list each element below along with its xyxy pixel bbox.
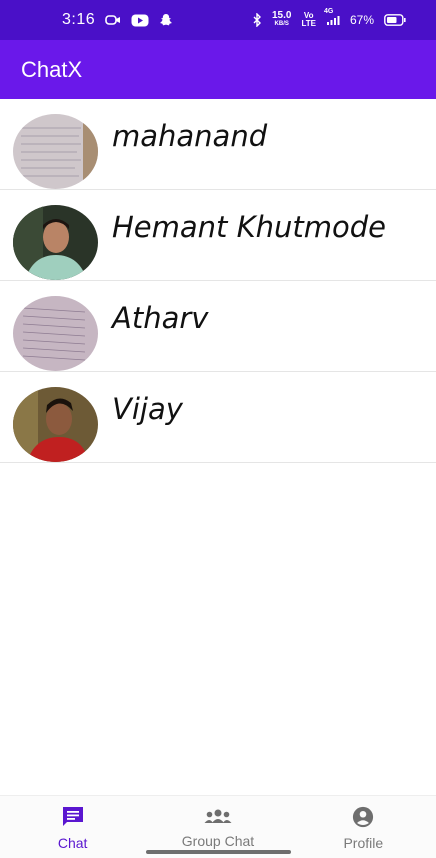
contact-name: Atharv <box>112 301 209 335</box>
status-bar: 3:16 15.0 KB/S Vo LTE 4G 67% <box>0 0 436 40</box>
app-bar: ChatX <box>0 40 436 99</box>
contact-row-vijay[interactable]: Vijay <box>0 372 436 463</box>
network-speed: 15.0 KB/S <box>271 10 292 28</box>
status-bar-right: 15.0 KB/S Vo LTE 4G 67% <box>252 8 406 28</box>
group-icon <box>203 806 233 829</box>
contact-row-atharv[interactable]: Atharv <box>0 281 436 372</box>
nav-chat[interactable]: Chat <box>0 796 145 858</box>
contact-name: mahanand <box>112 119 268 153</box>
nav-profile[interactable]: Profile <box>291 796 436 858</box>
signal-icon: 4G <box>324 8 340 26</box>
battery-icon <box>384 14 406 26</box>
status-bar-left: 3:16 <box>62 11 173 29</box>
network-type: 4G <box>323 8 334 15</box>
avatar[interactable] <box>13 205 98 280</box>
bottom-navigation: Chat Group Chat Profile <box>0 795 436 858</box>
youtube-icon <box>131 14 149 27</box>
bluetooth-icon <box>252 13 262 27</box>
nav-label-group-chat: Group Chat <box>181 833 255 849</box>
avatar[interactable] <box>13 296 98 371</box>
contact-row-mahanand[interactable]: mahanand <box>0 99 436 190</box>
app-title: ChatX <box>21 56 83 82</box>
nav-label-profile: Profile <box>343 835 384 851</box>
contact-name: Vijay <box>112 392 183 426</box>
snapchat-icon <box>159 13 173 27</box>
contact-list: mahanand Hemant Khutmode Atharv Vijay <box>0 99 436 463</box>
video-call-icon <box>105 14 121 26</box>
network-speed-value: 15.0 <box>271 10 292 21</box>
home-indicator[interactable] <box>146 850 291 854</box>
contact-row-hemant-khutmode[interactable]: Hemant Khutmode <box>0 190 436 281</box>
battery-percent: 67% <box>349 13 374 27</box>
volte-bottom: LTE <box>301 19 316 28</box>
avatar[interactable] <box>13 387 98 462</box>
chat-icon <box>61 806 85 831</box>
volte-indicator: Vo LTE <box>301 12 316 28</box>
status-time: 3:16 <box>62 11 96 28</box>
nav-label-chat: Chat <box>57 835 88 851</box>
avatar[interactable] <box>13 114 98 189</box>
nav-group-chat[interactable]: Group Chat <box>145 796 290 858</box>
network-speed-unit: KB/S <box>274 21 289 27</box>
profile-icon <box>351 806 375 831</box>
contact-name: Hemant Khutmode <box>112 210 387 244</box>
